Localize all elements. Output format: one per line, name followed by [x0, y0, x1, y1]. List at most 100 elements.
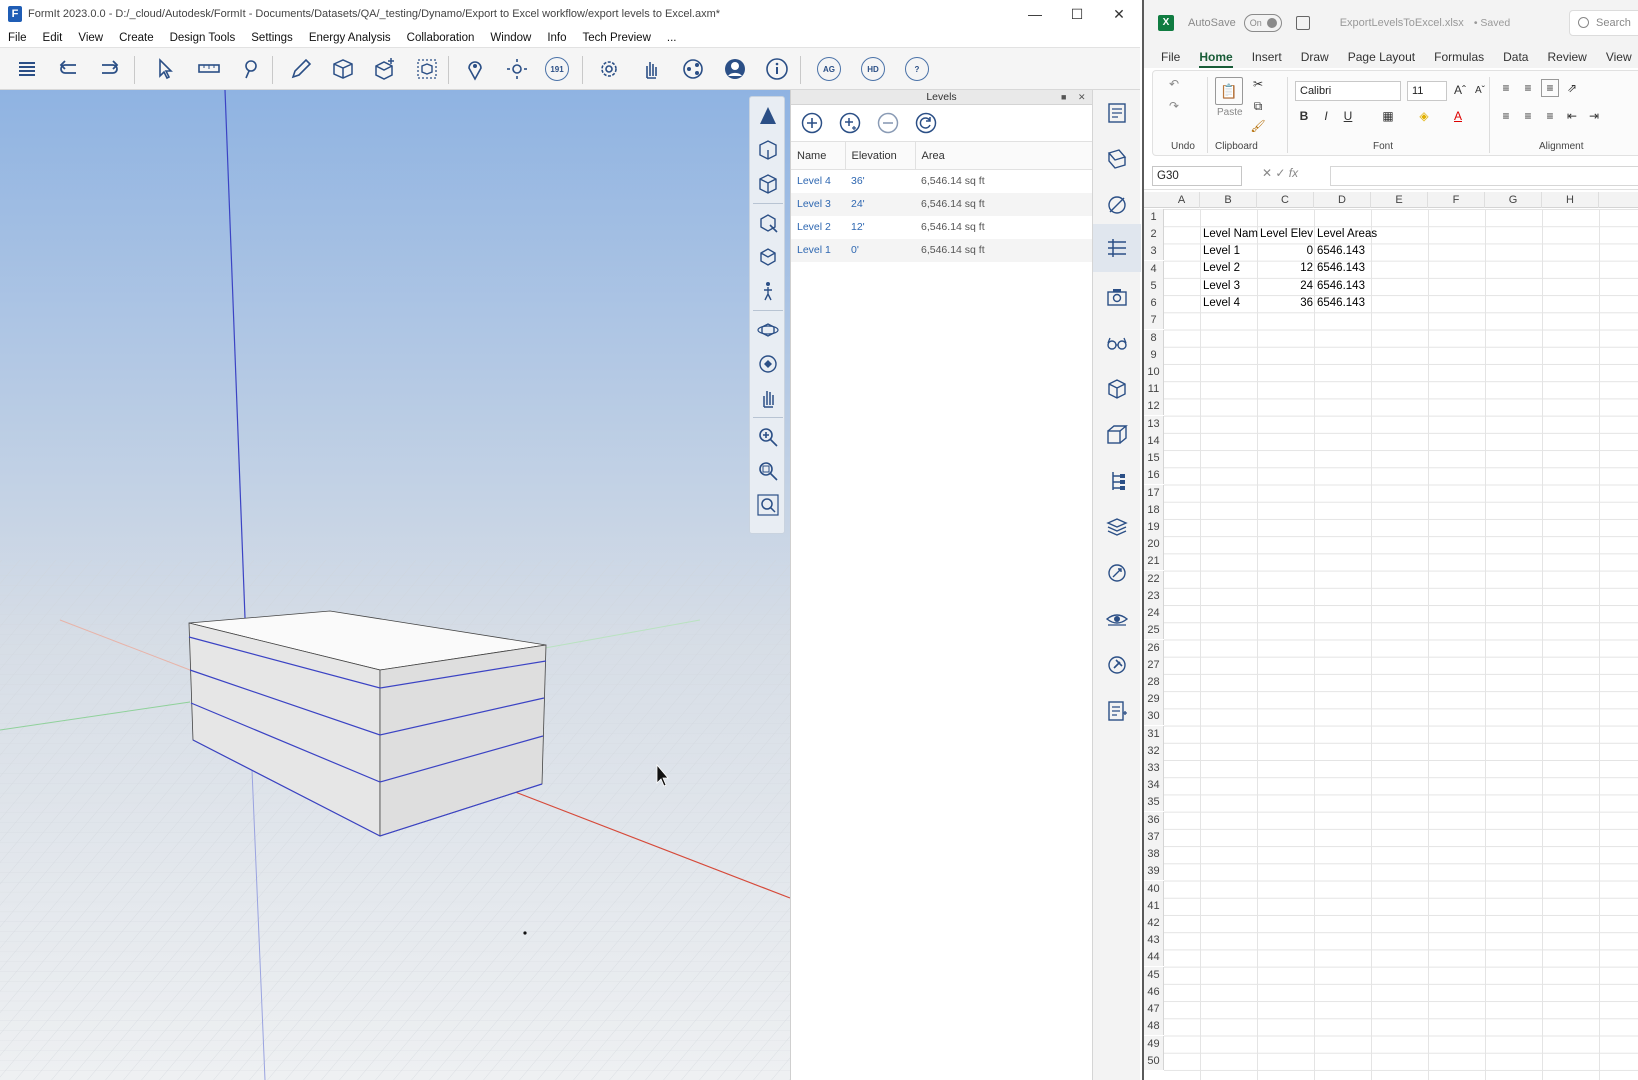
row-header[interactable]: 38	[1144, 846, 1164, 864]
column-header[interactable]: B	[1200, 192, 1257, 208]
zoom-window-icon[interactable]	[753, 456, 783, 486]
row-header[interactable]: 39	[1144, 863, 1164, 881]
create-box-icon[interactable]	[328, 54, 358, 84]
menu-file[interactable]: File	[0, 32, 35, 44]
cell-c3[interactable]: 0	[1258, 243, 1315, 260]
row-header[interactable]: 19	[1144, 518, 1164, 536]
paint-bucket-icon[interactable]	[236, 54, 266, 84]
tab-review[interactable]: Review	[1547, 50, 1586, 64]
undo-icon[interactable]	[54, 54, 84, 84]
row-header[interactable]: 12	[1144, 398, 1164, 416]
tab-formulas[interactable]: Formulas	[1434, 50, 1484, 64]
row-header[interactable]: 34	[1144, 777, 1164, 795]
font-color-icon[interactable]: A	[1449, 107, 1467, 125]
level-elevation[interactable]: 24'	[845, 192, 915, 216]
column-header[interactable]: E	[1371, 192, 1428, 208]
cell-d4[interactable]: 6546.143	[1315, 260, 1372, 277]
tab-insert[interactable]: Insert	[1252, 50, 1282, 64]
bold-icon[interactable]: B	[1295, 107, 1313, 125]
row-header[interactable]: 6	[1144, 295, 1164, 313]
row-header[interactable]: 1	[1144, 209, 1164, 226]
search-box[interactable]: Search	[1569, 10, 1638, 36]
add-solid-icon[interactable]	[370, 54, 400, 84]
iso-view-icon[interactable]	[753, 169, 783, 199]
add-level-icon[interactable]	[799, 110, 825, 136]
look-around-icon[interactable]	[753, 349, 783, 379]
align-center-icon[interactable]: ≡	[1519, 107, 1537, 125]
view-cube-icon[interactable]	[753, 242, 783, 272]
hd-badge-icon[interactable]: HD	[858, 54, 888, 84]
info-icon[interactable]	[762, 54, 792, 84]
autosave-toggle[interactable]: On	[1243, 14, 1282, 32]
font-name-select[interactable]: Calibri	[1295, 81, 1401, 101]
visual-styles-glasses-icon[interactable]	[1102, 328, 1132, 358]
column-header[interactable]: C	[1257, 192, 1314, 208]
user-account-icon[interactable]	[720, 54, 750, 84]
borders-icon[interactable]: ▦	[1379, 107, 1397, 125]
cell-c6[interactable]: 36	[1258, 295, 1315, 312]
level-name[interactable]: Level 2	[791, 216, 845, 239]
level-row[interactable]: Level 1 0' 6,546.14 sq ft	[791, 238, 1092, 262]
redo-icon[interactable]: ↷	[1165, 97, 1183, 115]
row-header[interactable]: 11	[1144, 381, 1164, 399]
location-pin-icon[interactable]	[460, 54, 490, 84]
library-icon[interactable]	[1102, 144, 1132, 174]
fill-color-icon[interactable]: ◈	[1415, 107, 1433, 125]
plugin-plug-icon[interactable]	[1102, 650, 1132, 680]
level-row[interactable]: Level 4 36' 6,546.14 sq ft	[791, 170, 1092, 193]
level-elevation[interactable]: 36'	[845, 170, 915, 193]
row-header[interactable]: 16	[1144, 467, 1164, 485]
fx-icon[interactable]: ✕ ✓ fx	[1262, 166, 1298, 180]
scenes-camera-icon[interactable]	[1102, 282, 1132, 312]
zoom-in-icon[interactable]	[753, 422, 783, 452]
cell-b5[interactable]: Level 3	[1201, 278, 1258, 295]
cell-b2[interactable]: Level Nam	[1201, 226, 1258, 243]
align-middle-icon[interactable]: ≡	[1519, 79, 1537, 97]
close-button[interactable]: ✕	[1098, 0, 1140, 28]
row-header[interactable]: 7	[1144, 312, 1164, 330]
stack-layers-icon[interactable]	[1102, 512, 1132, 542]
column-header[interactable]: F	[1428, 192, 1485, 208]
cell-d3[interactable]: 6546.143	[1315, 243, 1372, 260]
add-multiple-levels-icon[interactable]	[837, 110, 863, 136]
row-header[interactable]: 50	[1144, 1052, 1164, 1070]
cell-area[interactable]: Level Nam Level Elev Level Areas Level 1…	[1164, 209, 1638, 1080]
plugin-manager-icon[interactable]	[1102, 558, 1132, 588]
orientation-icon[interactable]: ⇗	[1563, 79, 1581, 97]
level-elevation[interactable]: 0'	[845, 238, 915, 262]
decrease-indent-icon[interactable]: ⇤	[1563, 107, 1581, 125]
row-header[interactable]: 25	[1144, 622, 1164, 640]
row-header[interactable]: 44	[1144, 949, 1164, 967]
levels-palette-icon[interactable]	[1102, 233, 1132, 263]
row-header[interactable]: 23	[1144, 587, 1164, 605]
pin-icon[interactable]: ■	[1061, 90, 1066, 105]
spreadsheet-grid[interactable]: ABCDEFGH 1 2 3 4 5 6 7 8 9 10 11 12 13 14 15 16 17 18 19 20…	[1144, 192, 1638, 1080]
col-elevation-header[interactable]: Elevation	[845, 141, 916, 170]
help-icon[interactable]: ?	[902, 54, 932, 84]
level-name[interactable]: Level 4	[791, 170, 845, 193]
row-header[interactable]: 36	[1144, 811, 1164, 829]
front-view-icon[interactable]	[753, 135, 783, 165]
row-header[interactable]: 31	[1144, 725, 1164, 743]
energy-badge-icon[interactable]: 191	[542, 54, 572, 84]
menu-info[interactable]: Info	[539, 32, 574, 44]
cell-c4[interactable]: 12	[1258, 260, 1315, 277]
level-row[interactable]: Level 3 24' 6,546.14 sq ft	[791, 192, 1092, 216]
tab-view[interactable]: View	[1606, 50, 1632, 64]
pan-hand-icon[interactable]	[753, 383, 783, 413]
align-bottom-icon[interactable]: ≡	[1541, 79, 1559, 97]
menu-tech-preview[interactable]: Tech Preview	[575, 32, 659, 44]
menu-edit[interactable]: Edit	[35, 32, 71, 44]
row-header[interactable]: 37	[1144, 828, 1164, 846]
decrease-font-icon[interactable]: Aˇ	[1471, 81, 1489, 99]
row-header[interactable]: 41	[1144, 897, 1164, 915]
sketch-pencil-icon[interactable]	[286, 54, 316, 84]
row-header[interactable]: 5	[1144, 277, 1164, 295]
row-header[interactable]: 21	[1144, 553, 1164, 571]
groups-icon[interactable]	[1102, 420, 1132, 450]
row-header[interactable]: 17	[1144, 484, 1164, 502]
align-top-icon[interactable]: ≡	[1497, 79, 1515, 97]
row-header[interactable]: 43	[1144, 932, 1164, 950]
row-header[interactable]: 28	[1144, 673, 1164, 691]
perspective-icon[interactable]	[753, 101, 783, 131]
